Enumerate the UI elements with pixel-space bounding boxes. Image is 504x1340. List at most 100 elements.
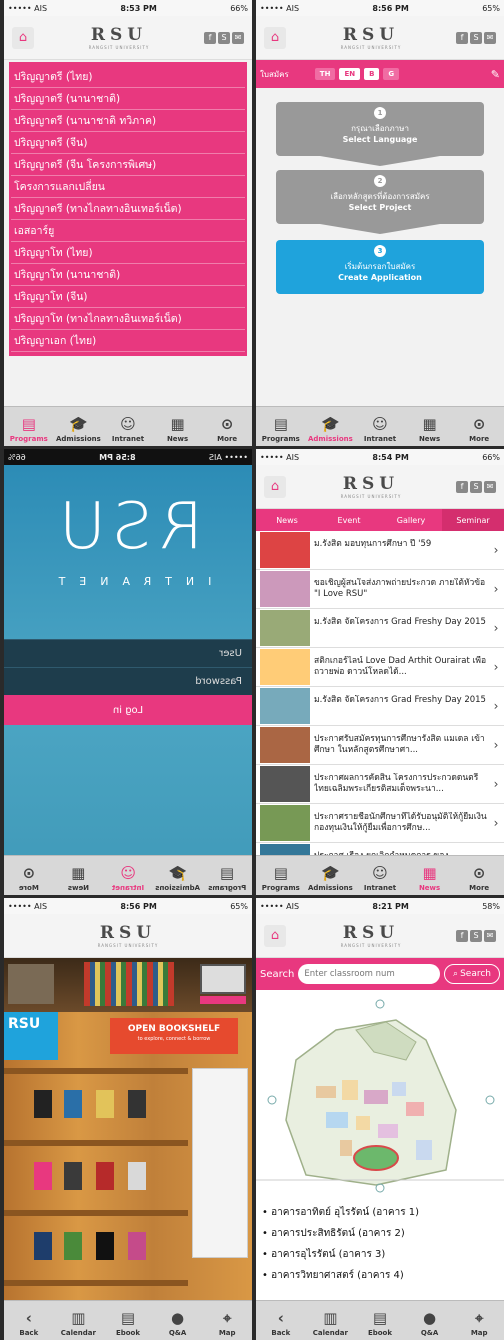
share-icon[interactable]: S	[469, 31, 482, 44]
program-item[interactable]: ปริญญาโท (ทางไกลทางอินเทอร์เน็ต)	[11, 308, 245, 330]
tab-map[interactable]: ⌖ Map	[454, 1301, 504, 1340]
tab-intranet[interactable]: ☺ Intranet	[103, 856, 153, 895]
tab-admissions[interactable]: 🎓 Admissions	[54, 407, 104, 446]
tab-programs[interactable]: ▤ Programs	[202, 856, 252, 895]
username-field[interactable]: User	[4, 639, 252, 667]
step-select-language[interactable]: 1 กรุณาเลือกภาษา Select Language	[276, 102, 484, 156]
tab-intranet[interactable]: ☺ Intranet	[355, 856, 405, 895]
news-item[interactable]: ขอเชิญผู้สนใจส่งภาพถ่ายประกวด ภายใต้หัวข…	[256, 570, 504, 609]
news-item[interactable]: ประกาศผลการคัดสิน โครงการประกวดดนตรีไทยเ…	[256, 765, 504, 804]
home-icon[interactable]: ⌂	[264, 924, 286, 947]
tab-programs[interactable]: ▤ Programs	[256, 856, 306, 895]
tab-intranet[interactable]: ☺ Intranet	[103, 407, 153, 446]
program-item[interactable]: ปริญญาตรี (ไทย)	[11, 66, 245, 88]
news-item[interactable]: ม.รังสิต มอบทุนการศึกษา ปี '59 ›	[256, 531, 504, 570]
book-cover[interactable]	[64, 1162, 82, 1190]
book-cover[interactable]	[96, 1090, 114, 1118]
building-item[interactable]: • อาคารอาทิตย์ อุไรรัตน์ (อาคาร 1)	[256, 1202, 504, 1223]
program-item[interactable]: ปริญญาโท (จีน)	[11, 286, 245, 308]
tab-ebook[interactable]: ▤ Ebook	[103, 1301, 153, 1340]
book-cover[interactable]	[34, 1162, 52, 1190]
message-icon[interactable]: ✉	[231, 31, 244, 44]
tab-news[interactable]: ▦ News	[54, 856, 104, 895]
classroom-search-input[interactable]	[298, 964, 441, 984]
building-item[interactable]: • อาคารประสิทธิรัตน์ (อาคาร 2)	[256, 1223, 504, 1244]
tab-calendar[interactable]: ▥ Calendar	[54, 1301, 104, 1340]
tab-event[interactable]: Event	[318, 509, 380, 531]
home-icon[interactable]: ⌂	[12, 26, 34, 49]
program-item[interactable]: ปริญญาตรี (นานาชาติ ทวิภาค)	[11, 110, 245, 132]
login-button[interactable]: Log in	[4, 695, 252, 725]
tab-intranet[interactable]: ☺ Intranet	[355, 407, 405, 446]
news-item[interactable]: ม.รังสิต จัดโครงการ Grad Freshy Day 2015…	[256, 609, 504, 648]
program-item[interactable]: ปริญญาโท (ไทย)	[11, 242, 245, 264]
tab-admissions[interactable]: 🎓 Admissions	[153, 856, 203, 895]
program-item[interactable]: ปริญญาตรี (นานาชาติ)	[11, 88, 245, 110]
program-item[interactable]: โครงการแลกเปลี่ยน	[11, 176, 245, 198]
book-cover[interactable]	[128, 1232, 146, 1260]
home-icon[interactable]: ⌂	[264, 26, 286, 49]
tab-more[interactable]: ⊙ More	[454, 407, 504, 446]
tab-admissions[interactable]: 🎓 Admissions	[306, 407, 356, 446]
share-icon[interactable]: S	[217, 31, 230, 44]
tab-calendar[interactable]: ▥ Calendar	[306, 1301, 356, 1340]
tab-ebook[interactable]: ▤ Ebook	[355, 1301, 405, 1340]
edit-icon[interactable]: ✎	[491, 68, 500, 81]
tab-seminar[interactable]: Seminar	[442, 509, 504, 531]
tab-map[interactable]: ⌖ Map	[202, 1301, 252, 1340]
campus-map[interactable]	[256, 990, 504, 1202]
book-cover[interactable]	[64, 1232, 82, 1260]
tab-more[interactable]: ⊙ More	[4, 856, 54, 895]
password-field[interactable]: Password	[4, 667, 252, 695]
tab-admissions[interactable]: 🎓 Admissions	[306, 856, 356, 895]
program-item[interactable]: ปริญญาโท (นานาชาติ)	[11, 264, 245, 286]
tab-news[interactable]: News	[256, 509, 318, 531]
tab-qa[interactable]: ● Q&A	[153, 1301, 203, 1340]
lang-b-button[interactable]: B	[364, 68, 380, 80]
facebook-icon[interactable]: f	[455, 480, 468, 493]
program-item[interactable]: ปริญญาตรี (จีน โครงการพิเศษ)	[11, 154, 245, 176]
tab-more[interactable]: ⊙ More	[202, 407, 252, 446]
tab-news[interactable]: ▦ News	[405, 856, 455, 895]
book-cover[interactable]	[96, 1232, 114, 1260]
tab-programs[interactable]: ▤ Programs	[256, 407, 306, 446]
facebook-icon[interactable]: f	[203, 31, 216, 44]
lang-en-button[interactable]: EN	[339, 68, 361, 80]
program-item[interactable]: ปริญญาตรี (จีน)	[11, 132, 245, 154]
book-cover[interactable]	[96, 1162, 114, 1190]
message-icon[interactable]: ✉	[483, 31, 496, 44]
book-cover[interactable]	[128, 1162, 146, 1190]
program-item[interactable]: ปริญญาเอก (ไทย)	[11, 330, 245, 352]
facebook-icon[interactable]: f	[455, 31, 468, 44]
home-icon[interactable]: ⌂	[264, 475, 286, 498]
create-application-button[interactable]: 3 เริ่มต้นกรอกใบสมัคร Create Application	[276, 240, 484, 294]
step-select-project[interactable]: 2 เลือกหลักสูตรที่ต้องการสมัคร Select Pr…	[276, 170, 484, 224]
message-icon[interactable]: ✉	[483, 480, 496, 493]
news-item[interactable]: ประกาศรับสมัครทุนการศึกษารังสิต แมเดล เข…	[256, 726, 504, 765]
lang-th-button[interactable]: TH	[314, 68, 336, 80]
building-item[interactable]: • อาคารอุไรรัตน์ (อาคาร 3)	[256, 1244, 504, 1265]
tab-back[interactable]: ‹ Back	[256, 1301, 306, 1340]
tab-more[interactable]: ⊙ More	[454, 856, 504, 895]
lang-g-button[interactable]: G	[383, 68, 400, 80]
book-cover[interactable]	[34, 1090, 52, 1118]
tab-qa[interactable]: ● Q&A	[405, 1301, 455, 1340]
book-cover[interactable]	[34, 1232, 52, 1260]
tab-news[interactable]: ▦ News	[405, 407, 455, 446]
tab-back[interactable]: ‹ Back	[4, 1301, 54, 1340]
share-icon[interactable]: S	[469, 929, 482, 942]
search-button[interactable]: ⌕ Search	[444, 964, 500, 984]
program-item[interactable]: เอสอาร์ยู	[11, 220, 245, 242]
book-cover[interactable]	[64, 1090, 82, 1118]
news-item[interactable]: สติกเกอร์ไลน์ Love Dad Arthit Ourairat เ…	[256, 648, 504, 687]
program-item[interactable]: ปริญญาตรี (ทางไกลทางอินเทอร์เน็ต)	[11, 198, 245, 220]
share-icon[interactable]: S	[469, 480, 482, 493]
news-item[interactable]: ประกาศรายชื่อนักศึกษาที่ได้รับอนุมัติให้…	[256, 804, 504, 843]
news-item[interactable]: ม.รังสิต จัดโครงการ Grad Freshy Day 2015…	[256, 687, 504, 726]
book-cover[interactable]	[128, 1090, 146, 1118]
tab-programs[interactable]: ▤ Programs	[4, 407, 54, 446]
tab-news[interactable]: ▦ News	[153, 407, 203, 446]
message-icon[interactable]: ✉	[483, 929, 496, 942]
building-item[interactable]: • อาคารวิทยาศาสตร์ (อาคาร 4)	[256, 1265, 504, 1286]
facebook-icon[interactable]: f	[455, 929, 468, 942]
